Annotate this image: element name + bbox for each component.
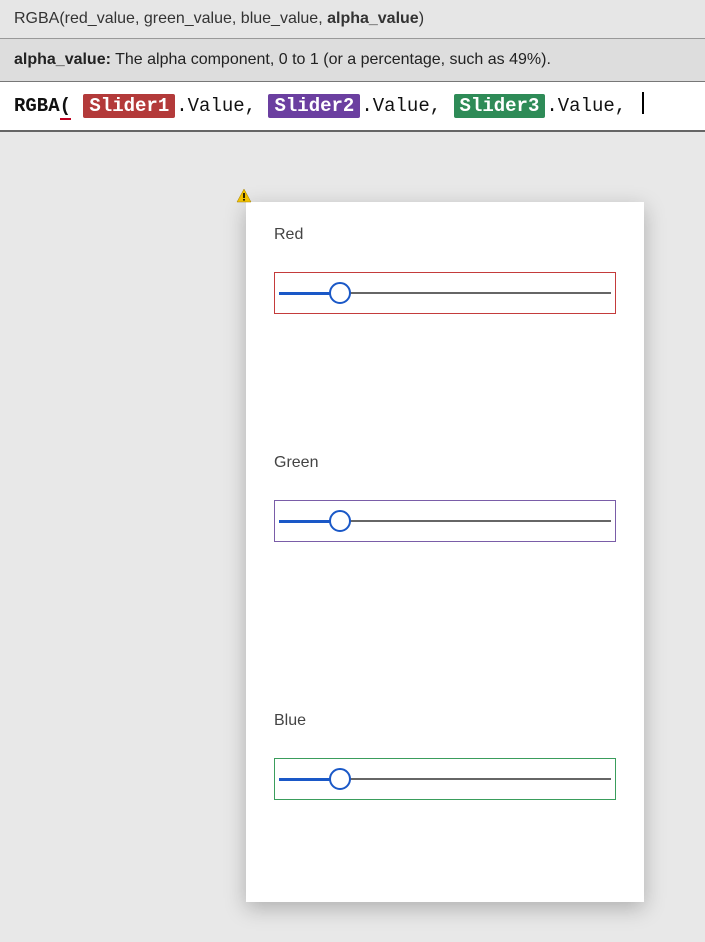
slider-green[interactable] — [274, 500, 616, 542]
formula-func: RGBA — [14, 95, 60, 117]
slider-label-blue: Blue — [274, 712, 616, 730]
signature-highlighted-arg: alpha_value — [327, 10, 419, 27]
formula-bar[interactable]: RGBA( Slider1.Value, Slider2.Value, Slid… — [0, 82, 705, 132]
signature-args: (red_value, green_value, blue_value, — [59, 10, 327, 27]
slider-label-green: Green — [274, 454, 616, 472]
slider-blue[interactable] — [274, 758, 616, 800]
screen-card[interactable]: Red Green Blue — [246, 202, 644, 902]
slider-group-green: Green — [274, 454, 616, 542]
slider2-chip: Slider2 — [268, 94, 360, 118]
formula-prop-2: .Value — [361, 95, 429, 117]
formula-comma-1: , — [245, 95, 268, 117]
signature-func: RGBA — [14, 10, 59, 27]
slider-group-red: Red — [274, 226, 616, 314]
signature-close: ) — [419, 10, 424, 27]
slider-label-red: Red — [274, 226, 616, 244]
formula-comma-2: , — [430, 95, 453, 117]
formula-prop-1: .Value — [176, 95, 244, 117]
canvas-area[interactable]: Red Green Blue — [0, 132, 705, 924]
slider-thumb[interactable] — [329, 768, 351, 790]
formula-paren-open: ( — [60, 95, 71, 120]
slider3-chip: Slider3 — [454, 94, 546, 118]
arg-help-desc: The alpha component, 0 to 1 (or a percen… — [111, 51, 551, 68]
slider-red[interactable] — [274, 272, 616, 314]
formula-prop-3: .Value — [546, 95, 614, 117]
intellisense-arg-help: alpha_value: The alpha component, 0 to 1… — [0, 39, 705, 82]
warning-icon[interactable] — [236, 188, 252, 204]
slider-group-blue: Blue — [274, 712, 616, 800]
slider1-chip: Slider1 — [83, 94, 175, 118]
arg-help-name: alpha_value: — [14, 51, 111, 68]
text-caret — [642, 92, 644, 114]
slider-thumb[interactable] — [329, 282, 351, 304]
intellisense-signature: RGBA(red_value, green_value, blue_value,… — [0, 0, 705, 39]
formula-comma-3: , — [615, 95, 638, 117]
slider-thumb[interactable] — [329, 510, 351, 532]
